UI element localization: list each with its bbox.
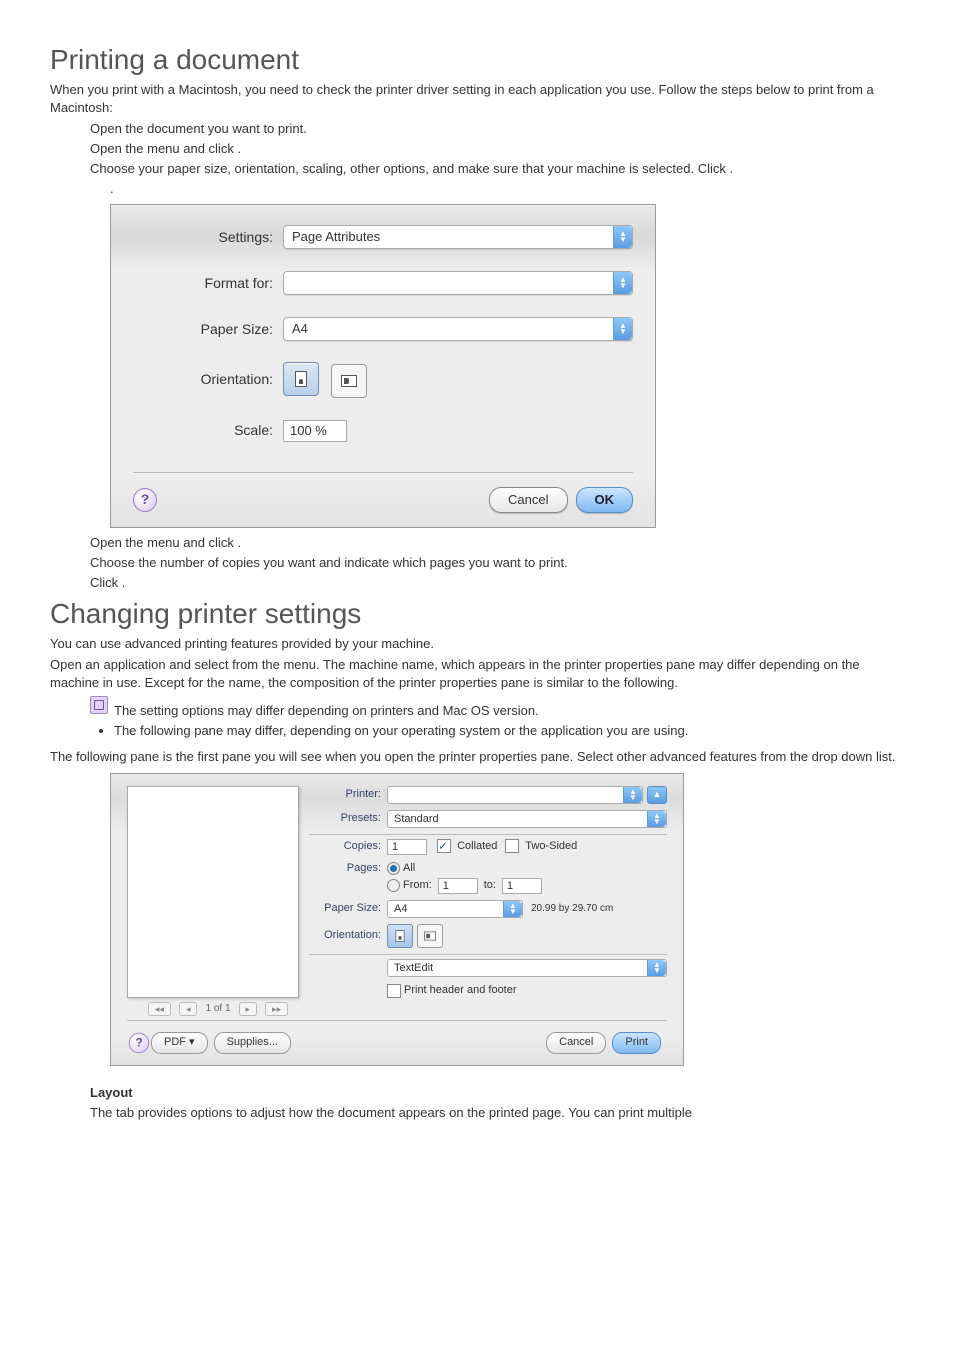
- format-for-label: Format for:: [133, 274, 283, 294]
- step-1: Open the document you want to print.: [90, 120, 904, 138]
- landscape-icon: [341, 375, 357, 387]
- pages-from-input[interactable]: 1: [438, 878, 478, 894]
- paper-size-select-2[interactable]: A4 ▲▼: [387, 900, 523, 918]
- heading-printing: Printing a document: [50, 40, 904, 79]
- cancel-button-2[interactable]: Cancel: [546, 1032, 606, 1053]
- orientation-landscape-button-2[interactable]: [417, 924, 443, 948]
- settings-label: Settings:: [133, 228, 283, 248]
- step-4: Open the menu and click .: [90, 534, 904, 552]
- pages-from-radio[interactable]: [387, 879, 400, 892]
- step-2: Open the menu and click .: [90, 140, 904, 158]
- ok-button[interactable]: OK: [576, 487, 634, 513]
- orientation-portrait-button-2[interactable]: [387, 924, 413, 948]
- landscape-icon: [424, 931, 436, 940]
- cancel-button[interactable]: Cancel: [489, 487, 567, 513]
- collated-checkbox[interactable]: [437, 839, 451, 853]
- chevron-updown-icon: ▲▼: [647, 960, 666, 976]
- note-item-1: The setting options may differ depending…: [114, 702, 688, 720]
- note-item-2: The following pane may differ, depending…: [114, 722, 688, 740]
- pager-prev-button[interactable]: ◂: [179, 1002, 198, 1017]
- supplies-button[interactable]: Supplies...: [214, 1032, 291, 1053]
- intro-text: When you print with a Macintosh, you nee…: [50, 81, 904, 117]
- print-header-footer-label: Print header and footer: [404, 983, 517, 998]
- pages-from-label: From:: [403, 878, 432, 893]
- app-options-select[interactable]: TextEdit ▲▼: [387, 959, 667, 977]
- change-paragraph-1: Open an application and select from the …: [50, 656, 904, 692]
- copies-label: Copies:: [309, 839, 387, 854]
- step-3: Choose your paper size, orientation, sca…: [90, 160, 904, 178]
- pager-last-button[interactable]: ▸▸: [265, 1002, 288, 1017]
- heading-changing-settings: Changing printer settings: [50, 594, 904, 633]
- pager-first-button[interactable]: ◂◂: [148, 1002, 171, 1017]
- portrait-icon: [396, 930, 405, 942]
- paper-size-select[interactable]: A4 ▲▼: [283, 317, 633, 341]
- settings-select[interactable]: Page Attributes ▲▼: [283, 225, 633, 249]
- printer-select[interactable]: ▲▼: [387, 786, 643, 804]
- orientation-portrait-button[interactable]: [283, 362, 319, 396]
- pager-next-button[interactable]: ▸: [239, 1002, 258, 1017]
- scale-input[interactable]: 100 %: [283, 420, 347, 442]
- format-for-select[interactable]: ▲▼: [283, 271, 633, 295]
- pages-all-radio[interactable]: [387, 862, 400, 875]
- printer-expand-button[interactable]: ▲: [647, 786, 667, 804]
- printer-label: Printer:: [309, 787, 387, 802]
- pdf-menu-button[interactable]: PDF ▾: [151, 1032, 208, 1053]
- scale-label: Scale:: [133, 421, 283, 441]
- pages-all-label: All: [403, 861, 415, 876]
- help-button-2[interactable]: ?: [129, 1033, 149, 1053]
- pages-to-input[interactable]: 1: [502, 878, 542, 894]
- print-button[interactable]: Print: [612, 1032, 661, 1053]
- two-sided-label: Two-Sided: [525, 840, 577, 852]
- orientation-label-2: Orientation:: [309, 928, 387, 943]
- layout-text: The tab provides options to adjust how t…: [90, 1104, 904, 1122]
- note-icon: [90, 696, 108, 714]
- change-paragraph-2: The following pane is the first pane you…: [50, 748, 904, 766]
- help-button[interactable]: ?: [133, 488, 157, 512]
- chevron-updown-icon: ▲▼: [613, 318, 632, 340]
- print-preview-pane: [127, 786, 299, 998]
- pager-text: 1 of 1: [205, 1002, 230, 1016]
- orientation-label: Orientation:: [133, 370, 283, 390]
- print-header-footer-checkbox[interactable]: [387, 984, 401, 998]
- copies-input[interactable]: 1: [387, 839, 427, 855]
- step-3-cont: .: [110, 180, 904, 198]
- step-5: Choose the number of copies you want and…: [90, 554, 904, 572]
- chevron-updown-icon: ▲▼: [613, 226, 632, 248]
- print-dialog: ◂◂ ◂ 1 of 1 ▸ ▸▸ Printer: ▲▼ ▲ Presets: …: [110, 773, 684, 1067]
- layout-subheading: Layout: [90, 1084, 904, 1102]
- step-6: Click .: [90, 574, 904, 592]
- two-sided-checkbox[interactable]: [505, 839, 519, 853]
- paper-size-label-2: Paper Size:: [309, 901, 387, 916]
- pages-to-label: to:: [484, 878, 496, 893]
- page-setup-dialog: Settings: Page Attributes ▲▼ Format for:…: [110, 204, 656, 527]
- collated-label: Collated: [457, 840, 497, 852]
- pages-label: Pages:: [309, 861, 387, 876]
- chevron-updown-icon: ▲▼: [613, 272, 632, 294]
- change-intro: You can use advanced printing features p…: [50, 635, 904, 653]
- paper-size-dim-2: 20.99 by 29.70 cm: [531, 902, 613, 916]
- portrait-icon: [295, 371, 307, 387]
- presets-label: Presets:: [309, 811, 387, 826]
- orientation-landscape-button[interactable]: [331, 364, 367, 398]
- chevron-updown-icon: ▲▼: [623, 787, 642, 803]
- chevron-updown-icon: ▲▼: [503, 901, 522, 917]
- chevron-updown-icon: ▲▼: [647, 811, 666, 827]
- presets-select[interactable]: Standard ▲▼: [387, 810, 667, 828]
- paper-size-label: Paper Size:: [133, 320, 283, 340]
